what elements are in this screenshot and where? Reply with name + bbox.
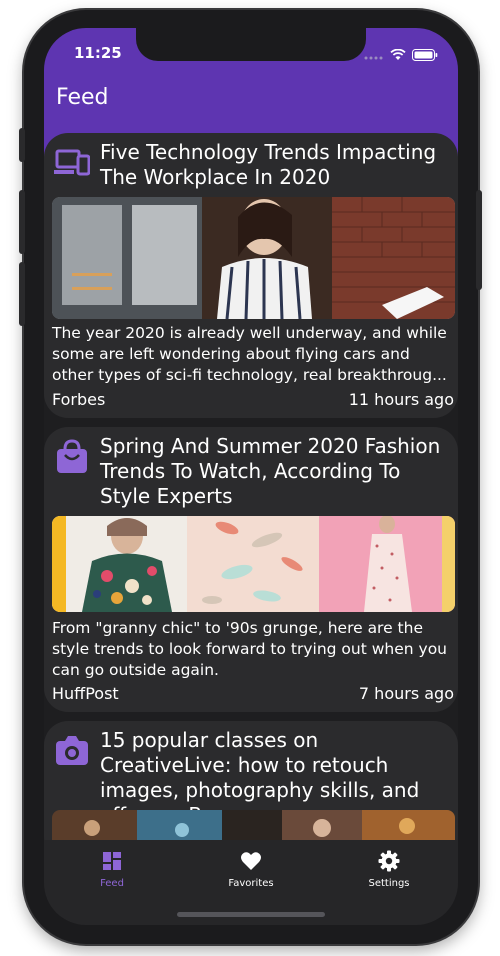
- feed-card[interactable]: 15 popular classes on CreativeLive: how …: [44, 721, 458, 840]
- status-icons: [364, 46, 438, 65]
- nav-label-settings: Settings: [368, 878, 410, 889]
- card-image: [52, 516, 455, 612]
- page-title: Feed: [56, 85, 109, 110]
- nav-item-settings[interactable]: Settings: [339, 850, 439, 889]
- notch: [136, 28, 366, 61]
- feed-list[interactable]: Five Technology Trends Impacting The Wor…: [44, 133, 458, 840]
- dashboard-icon: [101, 850, 123, 872]
- heart-icon: [240, 850, 262, 872]
- card-source: HuffPost: [52, 684, 119, 703]
- card-time: 11 hours ago: [348, 390, 454, 409]
- nav-label-feed: Feed: [100, 878, 124, 889]
- card-image: [52, 197, 455, 319]
- status-time: 11:25: [74, 44, 122, 62]
- signal-icon: [364, 46, 384, 65]
- card-time: 7 hours ago: [358, 684, 454, 703]
- camera-icon: [54, 733, 90, 769]
- volume-down-button: [19, 262, 25, 326]
- gear-icon: [378, 850, 400, 872]
- bottom-navigation: Feed Favorites Settings: [44, 840, 458, 925]
- nav-item-favorites[interactable]: Favorites: [201, 850, 301, 889]
- card-description: The year 2020 is already well underway, …: [52, 324, 447, 384]
- nav-label-favorites: Favorites: [228, 878, 274, 889]
- shopping-bag-icon: [54, 439, 90, 475]
- devices-icon: [54, 145, 91, 181]
- wifi-icon: [390, 46, 406, 65]
- feed-card[interactable]: Spring And Summer 2020 Fashion Trends To…: [44, 427, 458, 712]
- card-title: Spring And Summer 2020 Fashion Trends To…: [100, 434, 441, 508]
- card-description: From "granny chic" to '90s grunge, here …: [52, 619, 448, 679]
- card-image: [52, 810, 455, 840]
- card-title: Five Technology Trends Impacting The Wor…: [100, 140, 437, 189]
- app-screen: 11:25 Feed Five Technology Trends Impact…: [44, 28, 458, 925]
- power-button: [476, 190, 482, 290]
- volume-up-button: [19, 190, 25, 254]
- feed-card[interactable]: Five Technology Trends Impacting The Wor…: [44, 133, 458, 418]
- home-indicator: [177, 912, 325, 917]
- card-source: Forbes: [52, 390, 106, 409]
- nav-item-feed[interactable]: Feed: [62, 850, 162, 889]
- mute-switch: [19, 128, 25, 162]
- battery-icon: [412, 46, 438, 65]
